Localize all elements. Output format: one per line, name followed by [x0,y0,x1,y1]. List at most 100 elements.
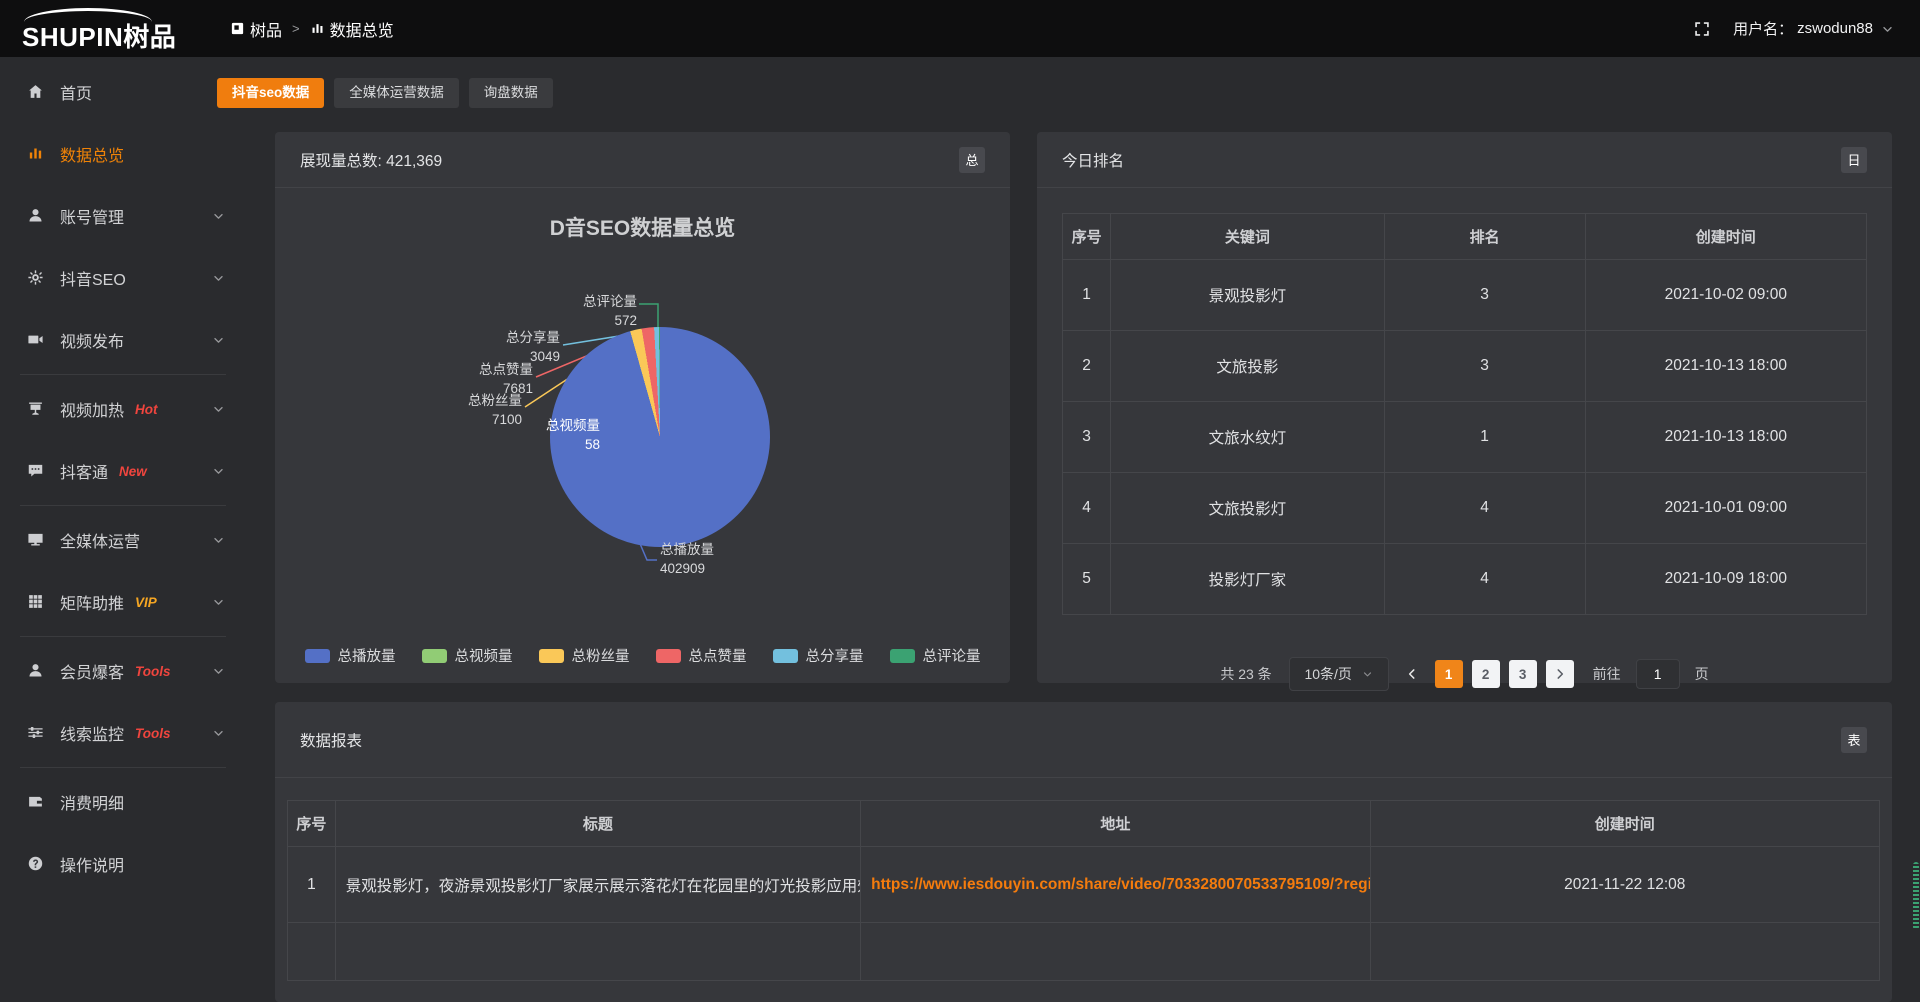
sidebar-item-9[interactable]: 矩阵助推VIP [0,571,240,633]
sidebar-item-11[interactable]: 线索监控Tools [0,702,240,764]
home-icon [27,83,45,101]
table-cell: 2021-10-13 18:00 [1585,402,1866,473]
sidebar-item-12[interactable]: 消费明细 [0,771,240,833]
square-icon [230,21,245,36]
impressions-total: 展现量总数: 421,369 [300,149,442,171]
page-button-2[interactable]: 2 [1472,660,1500,688]
page-button-1[interactable]: 1 [1435,660,1463,688]
column-header: 排名 [1384,214,1585,260]
tab-3[interactable]: 询盘数据 [469,78,553,108]
table-row-partial [288,923,1880,981]
column-header: 关键词 [1111,214,1384,260]
data-report-card: 数据报表 表 序号标题地址创建时间1景观投影灯，夜游景观投影灯厂家展示展示落花灯… [275,702,1892,1002]
legend-item[interactable]: 总视频量 [422,645,513,666]
pagination: 共 23 条 10条/页 123 前往 页 [1037,657,1892,691]
next-page-button[interactable] [1546,660,1574,688]
sidebar-item-badge: Tools [135,726,171,741]
goto-suffix: 页 [1695,664,1709,684]
total-badge-button[interactable]: 总 [959,147,985,173]
table-cell: 2021-10-13 18:00 [1585,331,1866,402]
sidebar-item-5[interactable]: 视频发布 [0,309,240,371]
fullscreen-icon[interactable] [1693,20,1711,38]
table-cell: 2021-10-01 09:00 [1585,473,1866,544]
tab-1[interactable]: 抖音seo数据 [217,78,324,108]
report-table: 序号标题地址创建时间1景观投影灯，夜游景观投影灯厂家展示展示落花灯在花园里的灯光… [287,800,1880,981]
column-header: 标题 [335,801,860,847]
chevron-down-icon [212,334,225,347]
table-badge-button[interactable]: 表 [1841,727,1867,753]
tab-2[interactable]: 全媒体运营数据 [334,78,459,108]
prev-page-button[interactable] [1398,660,1426,688]
user-icon [27,662,45,680]
table-row: 2文旅投影32021-10-13 18:00 [1063,331,1867,402]
table-cell: 2021-11-22 12:08 [1370,847,1879,923]
sidebar-item-badge: VIP [135,595,157,610]
breadcrumb-home[interactable]: 树品 [230,17,282,41]
legend-swatch [656,649,681,663]
breadcrumb-separator: > [292,21,300,36]
chevron-down-icon [212,665,225,678]
table-cell: 4 [1384,473,1585,544]
monitor-icon [27,531,45,549]
sidebar-item-7[interactable]: 抖客通New [0,440,240,502]
sidebar-item-1[interactable]: 首页 [0,61,240,123]
pie-label: 总播放量402909 [660,540,714,578]
legend-item[interactable]: 总播放量 [305,645,396,666]
sidebar-item-6[interactable]: 视频加热 Hot [0,378,240,440]
today-rank-card: 今日排名 日 序号关键词排名创建时间1景观投影灯32021-10-02 09:0… [1037,132,1892,683]
video-icon [27,331,45,349]
chevron-down-icon [212,727,225,740]
column-header: 创建时间 [1370,801,1879,847]
legend-swatch [890,649,915,663]
chevron-down-icon [212,272,225,285]
app-logo: SHUPIN树品 [22,9,232,49]
video-link[interactable]: https://www.iesdouyin.com/share/video/70… [871,876,1370,893]
sidebar-item-8[interactable]: 全媒体运营 [0,509,240,571]
legend-item[interactable]: 总分享量 [773,645,864,666]
sidebar-item-label: 会员爆客 [60,659,124,683]
table-cell: 投影灯厂家 [1111,544,1384,615]
page-size-select[interactable]: 10条/页 [1289,657,1389,691]
sidebar-item-label: 数据总览 [60,142,124,166]
table-cell: 1 [288,847,336,923]
table-row: 1景观投影灯32021-10-02 09:00 [1063,260,1867,331]
breadcrumb-current[interactable]: 数据总览 [310,17,394,41]
sidebar-item-4[interactable]: 抖音SEO [0,247,240,309]
column-header: 创建时间 [1585,214,1866,260]
legend-swatch [305,649,330,663]
tab-bar: 抖音seo数据全媒体运营数据询盘数据 [217,78,553,108]
sidebar-divider [20,636,226,637]
day-badge-button[interactable]: 日 [1841,147,1867,173]
goto-page-input[interactable] [1636,659,1680,689]
sidebar-item-badge: Hot [135,402,158,417]
report-url-cell: https://www.iesdouyin.com/share/video/70… [861,847,1370,923]
heat-icon [27,400,45,418]
chevron-down-icon [1362,669,1373,680]
scrollbar-thumb[interactable] [1913,862,1919,930]
chevron-down-icon [212,534,225,547]
column-header: 地址 [861,801,1370,847]
chevron-down-icon [212,465,225,478]
legend-item[interactable]: 总点赞量 [656,645,747,666]
table-cell: 3 [1384,331,1585,402]
table-row: 1景观投影灯，夜游景观投影灯厂家展示展示落花灯在花园里的灯光投影应用效果 #ht… [288,847,1880,923]
gear-icon [27,269,45,287]
page-button-3[interactable]: 3 [1509,660,1537,688]
sidebar-item-2[interactable]: 数据总览 [0,123,240,185]
question-icon [27,855,45,873]
table-cell: 文旅水纹灯 [1111,402,1384,473]
sidebar-item-label: 视频加热 [60,397,124,421]
seo-overview-card: 展现量总数: 421,369 总 D音SEO数据量总览 总播放量402909总视… [275,132,1010,683]
logo-text: SHUPIN树品 [22,17,176,54]
user-menu[interactable]: 用户名：zswodun88 [1733,18,1894,39]
sidebar-divider [20,767,226,768]
username-label: 用户名： [1733,18,1793,39]
sidebar-item-3[interactable]: 账号管理 [0,185,240,247]
sidebar-item-label: 视频发布 [60,328,124,352]
legend-item[interactable]: 总评论量 [890,645,981,666]
legend-item[interactable]: 总粉丝量 [539,645,630,666]
sidebar-item-13[interactable]: 操作说明 [0,833,240,895]
chart-icon [27,145,45,163]
sidebar-item-10[interactable]: 会员爆客Tools [0,640,240,702]
table-cell: 5 [1063,544,1111,615]
